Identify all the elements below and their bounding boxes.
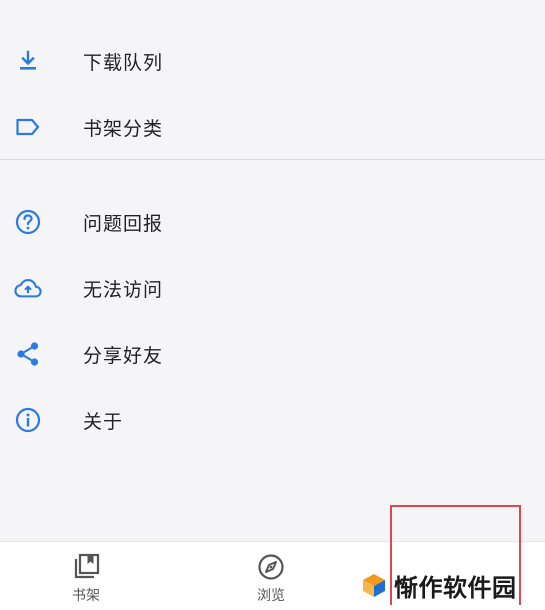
- section-divider: [0, 159, 545, 160]
- menu-item-label: 关于: [83, 410, 124, 433]
- tab-browse[interactable]: 浏览: [226, 542, 316, 610]
- menu-item-label: 下载队列: [83, 51, 164, 74]
- menu-item-shelf-category[interactable]: 书架分类: [0, 94, 545, 160]
- more-menu-page: 下载队列 书架分类 问题回报 无法访问 分享好友 关于 书架 浏览 惭作软件园: [0, 0, 545, 610]
- menu-item-label: 书架分类: [83, 117, 164, 140]
- share-icon: [14, 340, 42, 368]
- compass-icon: [256, 552, 286, 582]
- menu-item-label: 分享好友: [83, 344, 164, 367]
- menu-item-about[interactable]: 关于: [0, 387, 545, 453]
- menu-group-primary: 下载队列 书架分类: [0, 28, 545, 160]
- menu-item-cannot-access[interactable]: 无法访问: [0, 255, 545, 321]
- cloud-upload-icon: [14, 274, 42, 302]
- menu-item-download-queue[interactable]: 下载队列: [0, 28, 545, 94]
- download-icon: [14, 47, 42, 75]
- tab-bookshelf[interactable]: 书架: [41, 542, 131, 610]
- menu-group-secondary: 问题回报 无法访问 分享好友 关于: [0, 189, 545, 453]
- label-tag-icon: [14, 113, 42, 141]
- tab-label: 书架: [72, 588, 100, 604]
- watermark: 惭作软件园: [360, 566, 517, 604]
- bookshelf-icon: [71, 552, 101, 582]
- menu-item-report-issue[interactable]: 问题回报: [0, 189, 545, 255]
- watermark-logo-icon: [360, 571, 388, 599]
- menu-item-share-friends[interactable]: 分享好友: [0, 321, 545, 387]
- help-circle-icon: [14, 208, 42, 236]
- menu-item-label: 问题回报: [83, 212, 164, 235]
- info-icon: [14, 406, 42, 434]
- menu-item-label: 无法访问: [83, 278, 164, 301]
- tab-label: 浏览: [257, 588, 285, 604]
- watermark-text: 惭作软件园: [394, 573, 517, 602]
